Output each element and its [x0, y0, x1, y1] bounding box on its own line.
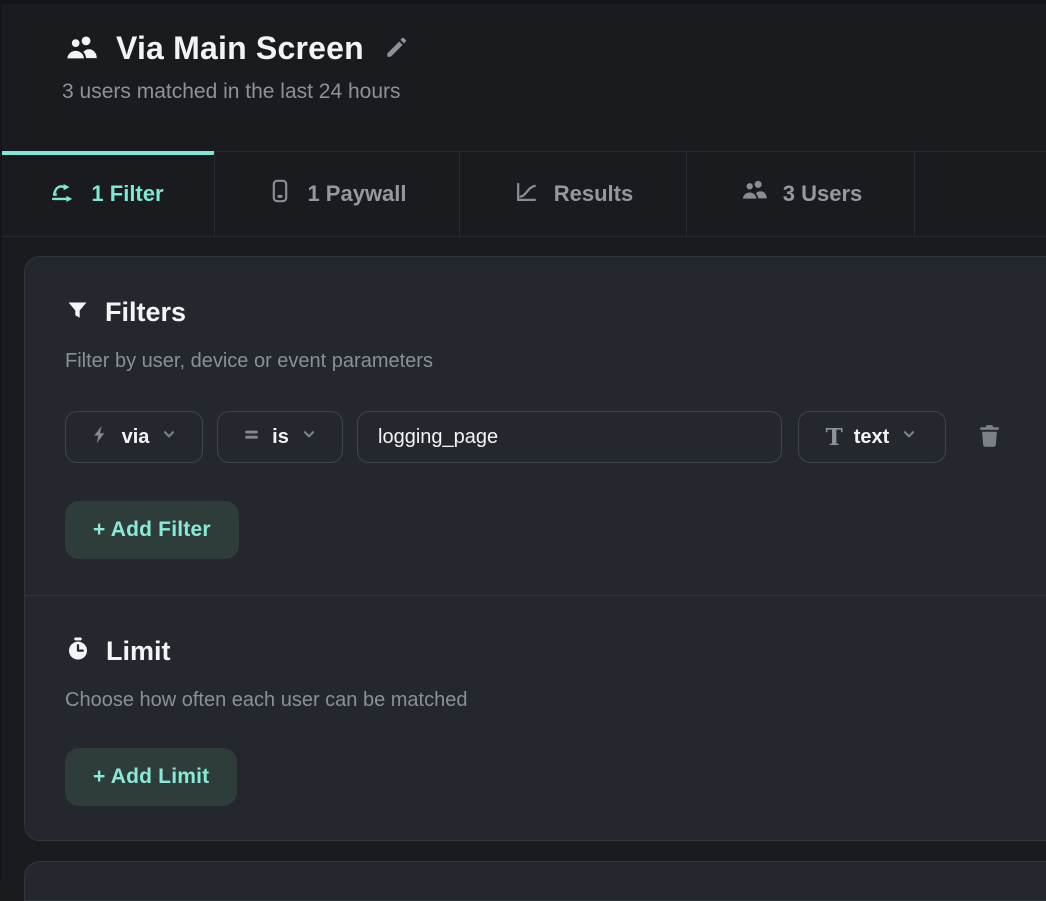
filter-type-value: text	[854, 426, 890, 449]
paywall-phone-icon	[267, 178, 293, 210]
chevron-down-icon	[160, 425, 178, 449]
tab-users[interactable]: 3 Users	[687, 152, 915, 236]
filter-row: via is	[65, 411, 1025, 463]
users-icon	[62, 33, 100, 65]
tab-results[interactable]: Results	[460, 152, 687, 236]
tab-label: 3 Users	[783, 181, 863, 207]
add-filter-button[interactable]: + Add Filter	[65, 501, 239, 559]
campaign-header: Via Main Screen 3 users matched in the l…	[0, 0, 1046, 151]
rule-card: Filters Filter by user, device or event …	[24, 256, 1046, 841]
filter-type-dropdown[interactable]: T text	[798, 411, 946, 463]
tabbar-filler	[915, 152, 1046, 236]
page-title: Via Main Screen	[116, 30, 364, 67]
campaign-tabbar: 1 Filter 1 Paywall Results	[0, 151, 1046, 237]
delete-filter-button[interactable]	[976, 422, 1003, 452]
stopwatch-icon	[65, 636, 91, 667]
limit-section: Limit Choose how often each user can be …	[25, 596, 1046, 840]
filters-heading: Filters	[105, 297, 186, 328]
tab-label: Results	[554, 181, 633, 207]
chevron-down-icon	[300, 425, 318, 449]
users-icon	[739, 178, 769, 210]
trash-icon	[976, 422, 1003, 452]
filter-operator-dropdown[interactable]: is	[217, 411, 343, 463]
edit-title-button[interactable]	[384, 35, 409, 63]
filter-value-input[interactable]	[357, 411, 782, 463]
tab-paywall[interactable]: 1 Paywall	[215, 152, 460, 236]
filter-property-value: via	[122, 426, 150, 449]
funnel-icon	[65, 298, 90, 328]
limit-description: Choose how often each user can be matche…	[65, 689, 1025, 712]
text-type-icon: T	[826, 426, 843, 449]
filters-description: Filter by user, device or event paramete…	[65, 350, 1025, 373]
filter-arrow-icon	[50, 178, 77, 211]
pencil-icon	[384, 35, 409, 63]
filters-section: Filters Filter by user, device or event …	[25, 257, 1046, 595]
next-card-stub	[24, 861, 1046, 901]
match-summary: 3 users matched in the last 24 hours	[62, 80, 1046, 104]
tab-filter[interactable]: 1 Filter	[0, 152, 215, 236]
equals-icon	[242, 425, 261, 450]
add-limit-button[interactable]: + Add Limit	[65, 748, 237, 806]
limit-heading: Limit	[106, 636, 171, 667]
filter-operator-value: is	[272, 426, 289, 449]
window-edge-top	[0, 0, 1046, 4]
filter-property-dropdown[interactable]: via	[65, 411, 203, 463]
lightning-icon	[90, 424, 111, 451]
window-edge-left	[0, 0, 2, 880]
results-chart-icon	[513, 178, 540, 211]
tab-label: 1 Paywall	[307, 181, 406, 207]
tab-label: 1 Filter	[91, 181, 163, 207]
chevron-down-icon	[900, 425, 918, 449]
